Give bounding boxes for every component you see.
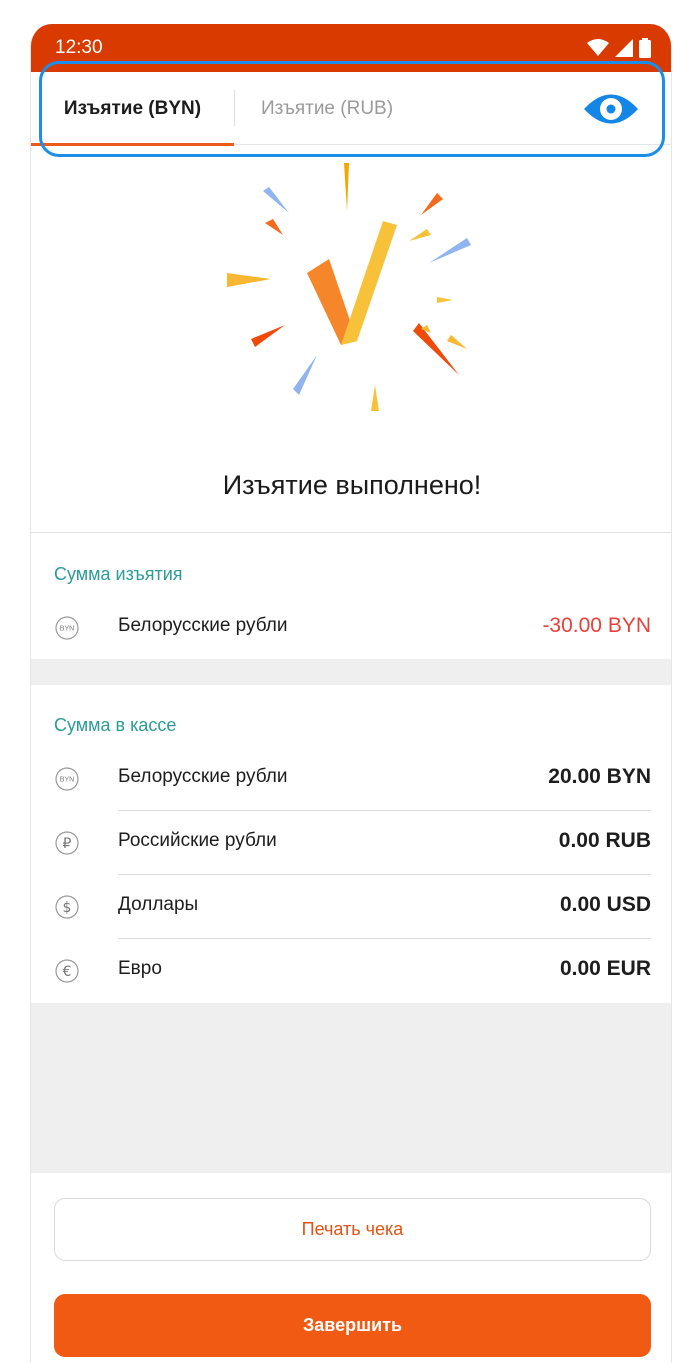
svg-text:$: $ [63, 900, 72, 916]
svg-text:₽: ₽ [63, 836, 72, 852]
print-receipt-button[interactable]: Печать чека [54, 1198, 651, 1261]
phone-screen: 12:30 Изъятие (BYN) Изъятие (RUB) Изъяти… [30, 24, 672, 1363]
cash-section: Сумма в кассе BYN Белорусские рубли 20.0… [31, 685, 671, 1003]
cash-row-eur: € Евро 0.00 EUR [31, 939, 671, 1003]
tab-withdraw-byn[interactable]: Изъятие (BYN) [31, 72, 234, 146]
byn-currency-icon: BYN [55, 616, 79, 640]
withdrawal-header: Сумма изъятия [54, 564, 183, 584]
wifi-icon [587, 39, 609, 56]
view-button[interactable] [583, 88, 639, 130]
currency-label: Белорусские рубли [118, 615, 288, 636]
cash-row-usd: $ Доллары 0.00 USD [31, 875, 671, 939]
withdrawal-section: Сумма изъятия BYN Белорусские рубли -30.… [31, 534, 671, 660]
eye-icon [584, 94, 638, 124]
dollar-currency-icon: $ [55, 895, 79, 919]
withdrawal-amount: -30.00 BYN [542, 614, 651, 637]
success-panel: Изъятие выполнено! [31, 145, 671, 533]
byn-currency-icon: BYN [55, 767, 79, 791]
cash-row-byn: BYN Белорусские рубли 20.00 BYN [31, 747, 671, 811]
checkmark-burst-icon [227, 163, 471, 411]
empty-area [31, 1003, 671, 1173]
finish-label: Завершить [302, 1315, 403, 1335]
cash-amount: 0.00 EUR [559, 957, 651, 980]
svg-text:€: € [63, 964, 72, 980]
svg-text:BYN: BYN [60, 626, 74, 633]
status-time: 12:30 [55, 37, 103, 58]
tab-bar: Изъятие (BYN) Изъятие (RUB) [31, 72, 671, 146]
euro-currency-icon: € [55, 959, 79, 983]
currency-label: Белорусские рубли [118, 766, 288, 787]
currency-label: Российские рубли [118, 830, 277, 851]
cash-row-rub: ₽ Российские рубли 0.00 RUB [31, 811, 671, 875]
cash-amount: 0.00 USD [559, 893, 651, 916]
ruble-currency-icon: ₽ [55, 831, 79, 855]
svg-text:BYN: BYN [60, 777, 74, 784]
status-icons [587, 38, 651, 58]
finish-button[interactable]: Завершить [54, 1294, 651, 1357]
cash-amount: 20.00 BYN [548, 765, 651, 788]
currency-label: Евро [118, 958, 162, 979]
currency-label: Доллары [118, 894, 199, 915]
section-divider [31, 659, 671, 685]
success-title: Изъятие выполнено! [222, 470, 482, 500]
signal-icon [615, 39, 633, 57]
withdrawal-row-byn: BYN Белорусские рубли -30.00 BYN [31, 596, 671, 660]
battery-icon [639, 38, 651, 58]
tab-divider [234, 90, 235, 126]
tab-label: Изъятие (BYN) [63, 97, 202, 119]
tab-withdraw-rub[interactable]: Изъятие (RUB) [261, 72, 393, 145]
tab-label: Изъятие (RUB) [261, 97, 394, 119]
cash-amount: 0.00 RUB [558, 829, 651, 852]
status-bar: 12:30 [31, 24, 671, 72]
print-receipt-label: Печать чека [301, 1219, 404, 1239]
cash-header: Сумма в кассе [54, 715, 177, 735]
